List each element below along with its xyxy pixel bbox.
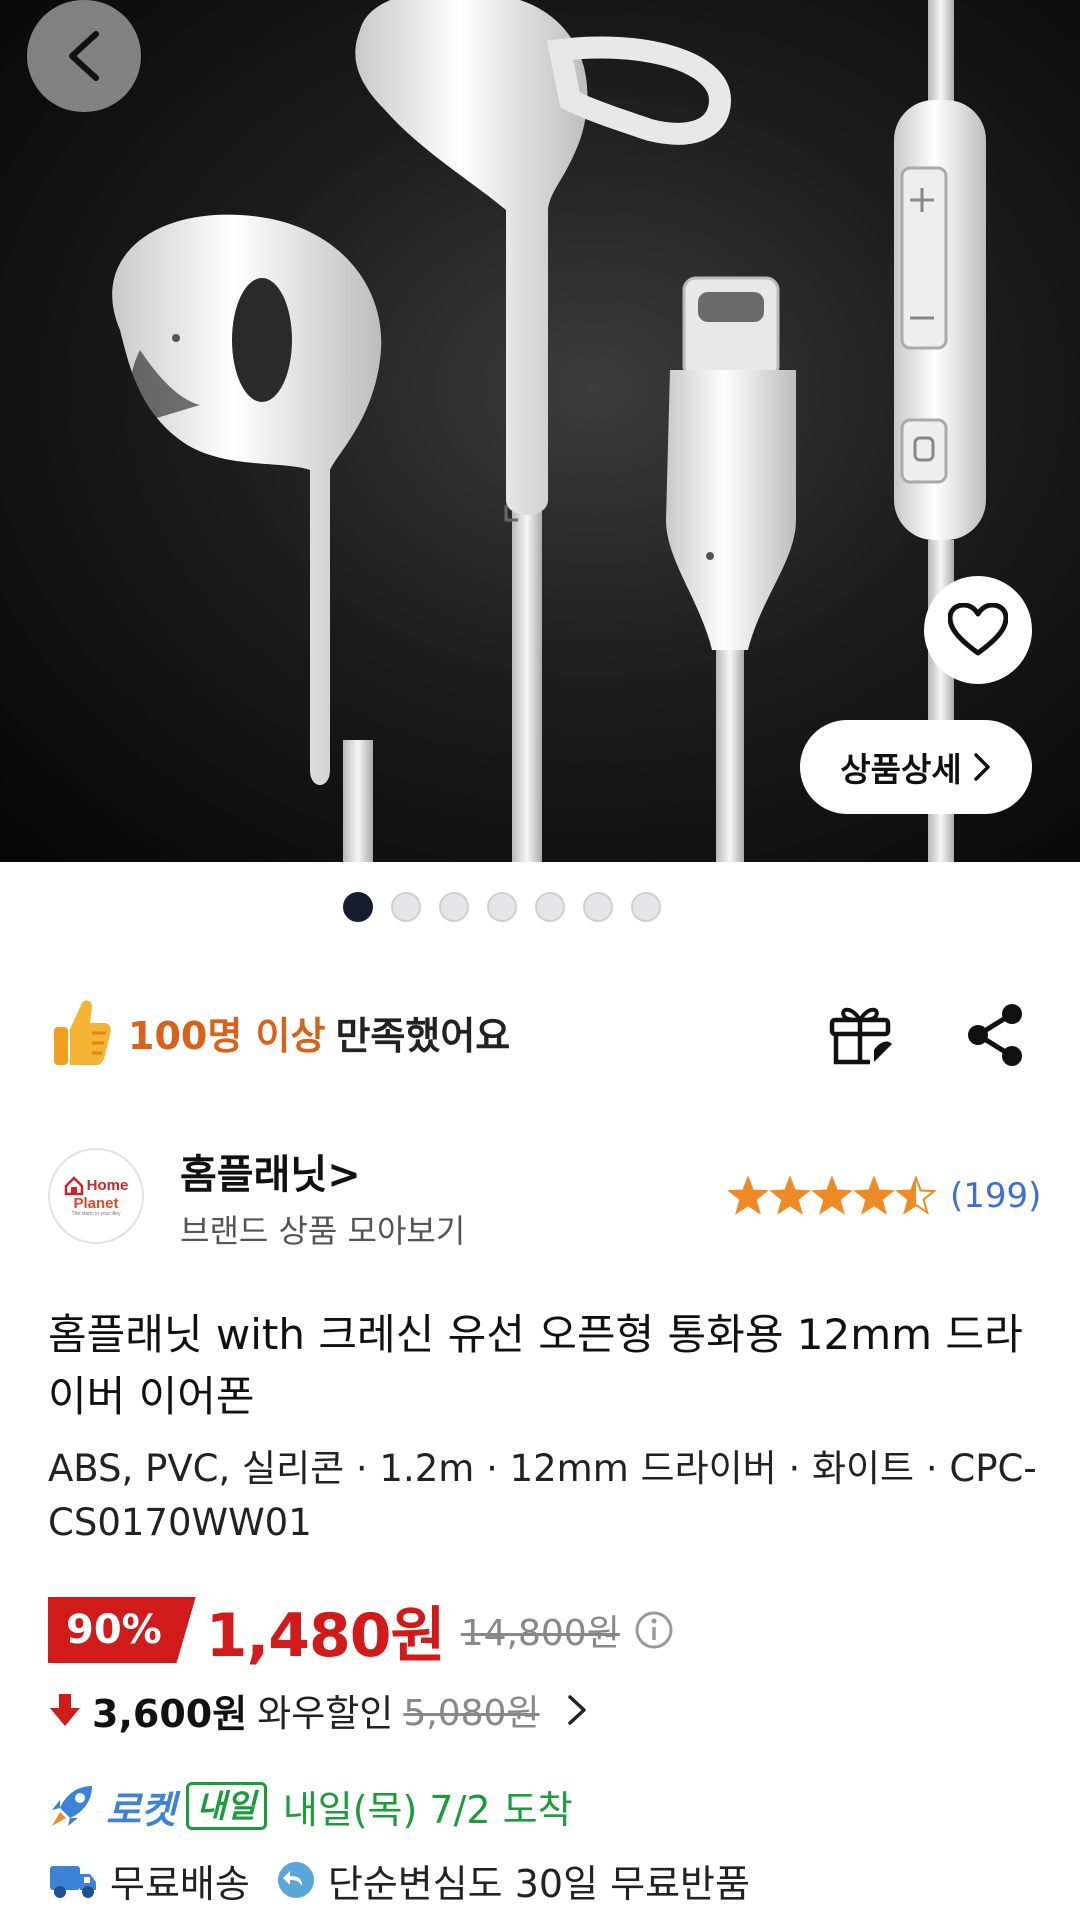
wow-label: 와우할인 (257, 1692, 394, 1735)
satisfaction-banner: 100명 이상 만족했어요 (52, 992, 510, 1072)
carousel-dot[interactable] (439, 892, 469, 922)
product-title: 홈플래닛 with 크레신 유선 오픈형 통화용 12mm 드라이버 이어폰 (48, 1310, 1023, 1421)
heart-icon (948, 603, 1008, 656)
brand-logo[interactable]: Home Planet The starts in your lifey (48, 1148, 144, 1244)
wow-original-price: 5,080원 (403, 1693, 540, 1734)
rating-star (853, 1176, 895, 1215)
rating-star (728, 1176, 769, 1215)
chevron-right-icon (973, 753, 990, 781)
rating-star (895, 1176, 936, 1215)
brand-products-link[interactable]: 브랜드 상품 모아보기 (180, 1206, 465, 1252)
free-shipping-label: 무료배송 (110, 1861, 250, 1906)
brand-logo-text-planet: Planet (73, 1194, 119, 1212)
chevron-left-icon (69, 31, 99, 81)
gift-icon (829, 1007, 892, 1065)
arrow-down-icon (50, 1694, 80, 1726)
wishlist-button[interactable] (924, 576, 1032, 684)
tomorrow-badge: 내일 (185, 1782, 267, 1830)
discount-badge: 90% (48, 1597, 196, 1663)
rating-star (769, 1176, 811, 1215)
rocket-icon (52, 1786, 92, 1826)
house-icon (64, 1175, 83, 1195)
share-icon (968, 1004, 1022, 1066)
return-icon (277, 1862, 314, 1898)
carousel-dot[interactable] (535, 892, 565, 922)
carousel-dot[interactable] (631, 892, 661, 922)
chevron-right-icon (567, 1695, 586, 1725)
carousel-dot[interactable] (391, 892, 421, 922)
free-return-label: 단순변심도 30일 무료반품 (327, 1861, 750, 1906)
review-count: (199) (950, 1176, 1042, 1216)
product-detail-label: 상품상세 (840, 750, 962, 789)
brand-name-link[interactable]: 홈플래닛> (180, 1142, 361, 1200)
gift-button[interactable] (826, 1000, 896, 1070)
satisfaction-highlight: 100명 이상 (128, 1013, 326, 1058)
star-rating-icon (728, 1176, 936, 1215)
wow-price: 3,600원 (92, 1691, 248, 1736)
product-image-carousel[interactable]: 상품상세 (0, 0, 1080, 862)
rating-summary[interactable]: (199) (728, 1172, 1041, 1220)
rating-star (811, 1176, 853, 1215)
wow-discount-row[interactable]: 3,600원 와우할인 5,080원 (48, 1682, 590, 1738)
sale-price: 1,480원 (205, 1600, 446, 1671)
brand-logo-text-home: Home (86, 1177, 129, 1194)
back-button[interactable] (27, 0, 141, 112)
carousel-dot[interactable] (583, 892, 613, 922)
product-specs: ABS, PVC, 실리콘 · 1.2m · 12mm 드라이버 · 화이트 ·… (48, 1447, 1037, 1544)
brand-logo-tagline: The starts in your lifey (71, 1210, 121, 1217)
truck-icon (50, 1866, 96, 1898)
price-row: 90% 1,480원 14,800원 (48, 1590, 674, 1671)
shipping-info-row: 무료배송 단순변심도 30일 무료반품 (48, 1852, 750, 1908)
carousel-indicator (0, 892, 1080, 924)
carousel-dot[interactable] (487, 892, 517, 922)
rocket-delivery-row: 로켓 내일 내일(목) 7/2 도착 (48, 1778, 573, 1834)
info-icon[interactable] (634, 1610, 674, 1650)
share-button[interactable] (960, 1000, 1030, 1070)
satisfaction-text: 만족했어요 (335, 1013, 511, 1058)
rocket-label: 로켓 (106, 1787, 176, 1832)
original-price: 14,800원 (460, 1613, 620, 1654)
thumbs-up-icon (54, 1000, 111, 1065)
product-detail-button[interactable]: 상품상세 (800, 720, 1032, 814)
arrival-date: 내일(목) 7/2 도착 (282, 1787, 573, 1832)
carousel-dot[interactable] (343, 892, 373, 922)
